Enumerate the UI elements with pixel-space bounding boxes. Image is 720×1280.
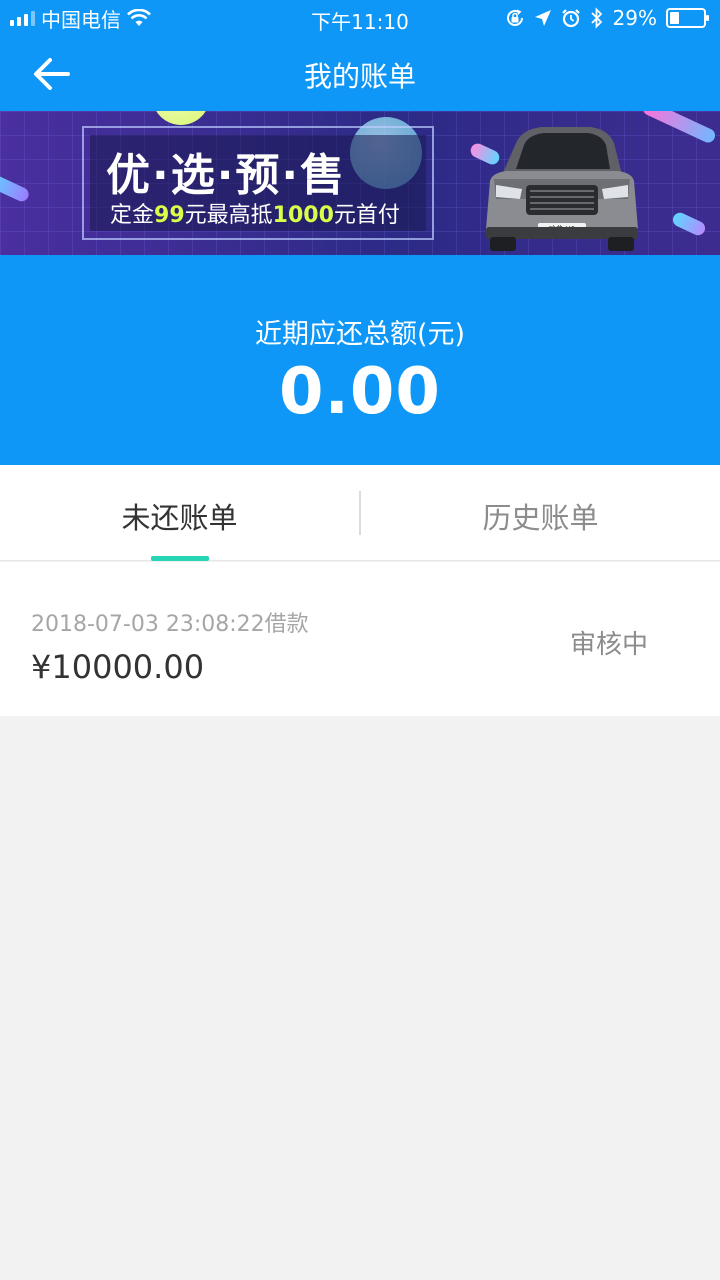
decor-stick [670,210,708,238]
orientation-lock-icon [506,9,523,26]
battery-icon [666,8,709,28]
tab-label: 未还账单 [121,501,238,535]
back-button[interactable] [28,52,76,96]
arrow-left-icon [34,58,70,90]
bluetooth-icon [590,7,602,29]
alarm-clock-icon [561,9,580,28]
banner-headline: 优·选·预·售 [106,150,347,201]
bill-status: 审核中 [569,630,648,660]
bill-tabs: 未还账单 历史账单 [0,465,720,561]
summary-label: 近期应还总额(元) [254,319,466,350]
page-title: 我的账单 [303,60,416,93]
repayment-summary: 近期应还总额(元) 0.00 [0,255,720,465]
banner-subtitle: 定金99元最高抵1000元首付 [110,197,400,229]
tab-bill-history[interactable]: 历史账单 [361,465,720,561]
summary-amount: 0.00 [279,355,441,429]
suv-car-image: 哈弗 H6 [486,127,638,251]
decor-orb [152,111,210,125]
battery-percentage: 29% [612,6,657,30]
navigation-bar: 我的账单 [0,36,720,111]
banner-sub-suffix: 元首付 [333,203,400,228]
promo-banner[interactable]: 优·选·预·售 定金99元最高抵1000元首付 哈弗 H6 [0,111,720,255]
tab-label: 历史账单 [482,501,599,535]
bill-amount: ¥10000.00 [31,648,205,686]
decor-stick [640,111,718,145]
location-arrow-icon [534,10,551,26]
status-bar-right: 29% [505,6,709,30]
tab-unpaid-bills[interactable]: 未还账单 [0,465,359,561]
banner-sub-mid: 元最高抵 [184,203,273,228]
banner-deposit-value: 99 [154,203,185,228]
banner-credit-value: 1000 [272,203,334,228]
tab-active-indicator [151,556,209,561]
list-item[interactable]: 2018-07-03 23:08:22借款 ¥10000.00 审核中 [0,562,720,716]
banner-sub-prefix: 定金 [110,203,155,228]
decor-stick [0,172,31,204]
status-bar: 中国电信 下午11:10 29% [0,0,720,36]
bill-datetime: 2018-07-03 23:08:22借款 [31,612,309,637]
